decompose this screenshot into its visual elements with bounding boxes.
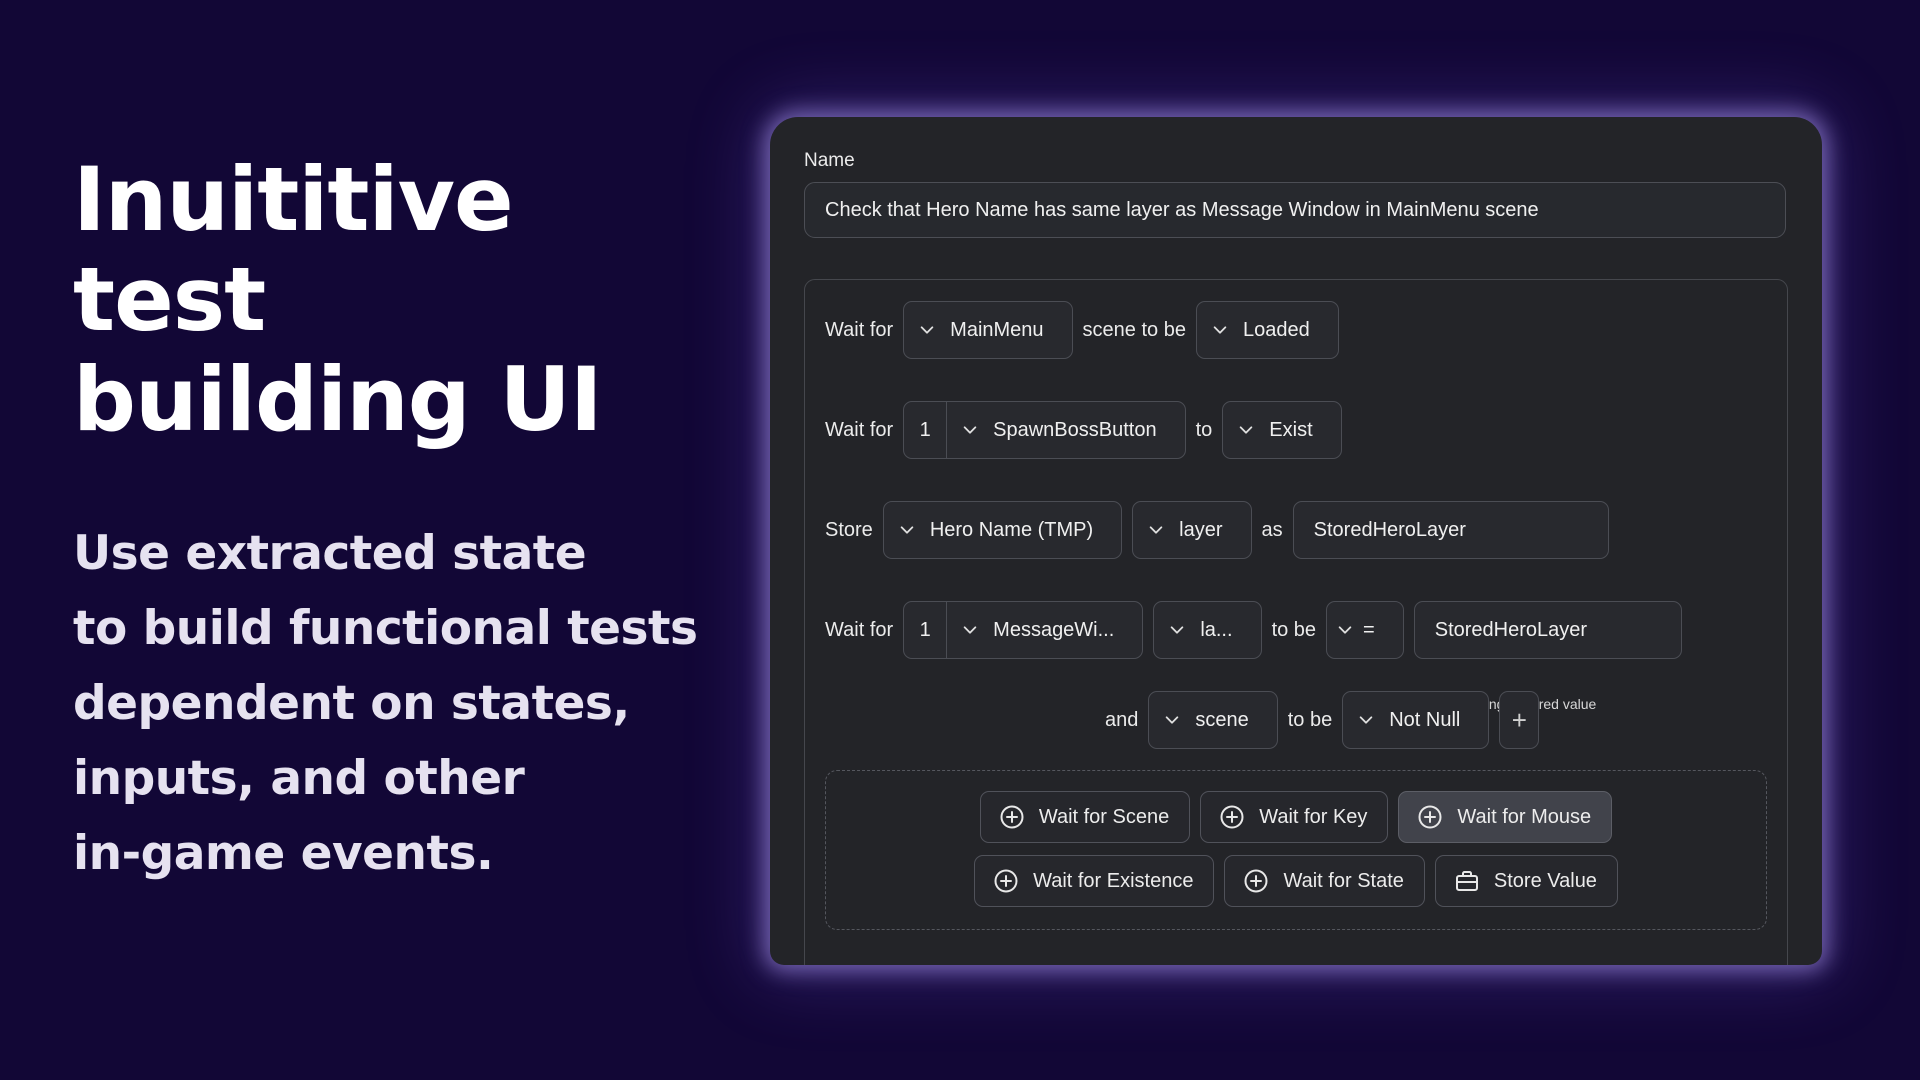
count-field[interactable]: 1 xyxy=(904,602,948,658)
wait-for-state-button[interactable]: Wait for State xyxy=(1224,855,1425,907)
step-connector: as xyxy=(1261,518,1283,541)
dropdown-value: la... xyxy=(1200,618,1233,641)
button-label: Wait for Existence xyxy=(1033,869,1194,892)
button-label: Wait for Mouse xyxy=(1457,805,1592,828)
dropdown-value: layer xyxy=(1179,518,1223,541)
wait-for-key-button[interactable]: Wait for Key xyxy=(1200,791,1389,843)
step-row-wait-exist: Wait for 1 SpawnBossButton to Exist xyxy=(825,400,1342,460)
property-dropdown[interactable]: scene xyxy=(1148,691,1278,749)
plus-icon: + xyxy=(1511,704,1527,735)
scene-dropdown[interactable]: MainMenu xyxy=(903,301,1073,359)
name-input[interactable]: Check that Hero Name has same layer as M… xyxy=(804,182,1786,238)
scene-state-dropdown[interactable]: Loaded xyxy=(1195,301,1339,359)
dropdown-value: scene xyxy=(1195,708,1249,731)
plus-circle-icon xyxy=(1219,804,1245,830)
add-step-area: Wait for Scene Wait for Key Wait for Mou… xyxy=(825,770,1767,930)
dropdown-value: Exist xyxy=(1269,418,1313,441)
chevron-down-icon xyxy=(904,321,950,339)
hero-description-line: dependent on states, xyxy=(73,676,630,731)
dropdown-value: SpawnBossButton xyxy=(993,418,1157,441)
wait-for-existence-button[interactable]: Wait for Existence xyxy=(974,855,1215,907)
chevron-down-icon xyxy=(947,621,993,639)
step-row-and-condition: and scene to be Not Null + xyxy=(1105,690,1540,750)
test-builder-panel: Name Check that Hero Name has same layer… xyxy=(770,117,1822,965)
value-dropdown[interactable]: Not Null xyxy=(1342,691,1490,749)
step-keyword: and xyxy=(1105,708,1139,731)
dropdown-value: MainMenu xyxy=(950,318,1044,341)
wait-for-mouse-button[interactable]: Wait for Mouse xyxy=(1398,791,1613,843)
hero-description: Use extracted state to build functional … xyxy=(73,516,713,891)
hero-description-line: inputs, and other xyxy=(73,751,525,806)
name-input-value: Check that Hero Name has same layer as M… xyxy=(825,198,1539,221)
briefcase-icon xyxy=(1454,868,1480,894)
step-row-store: Store Hero Name (TMP) layer as StoredHer… xyxy=(825,500,1609,560)
dropdown-value: Not Null xyxy=(1389,708,1461,731)
object-selector[interactable]: 1 SpawnBossButton xyxy=(903,401,1186,459)
condition-dropdown[interactable]: Exist xyxy=(1222,401,1342,459)
plus-circle-icon xyxy=(1417,804,1443,830)
input-value: StoredHeroLayer xyxy=(1313,518,1466,541)
chevron-down-icon xyxy=(1197,321,1243,339)
property-dropdown[interactable]: layer xyxy=(1132,501,1252,559)
count-field[interactable]: 1 xyxy=(904,402,948,458)
hero-title-line2: building UI xyxy=(73,348,603,451)
button-label: Wait for Scene xyxy=(1038,805,1170,828)
plus-circle-icon xyxy=(993,868,1019,894)
input-value: StoredHeroLayer xyxy=(1434,618,1588,641)
button-label: Wait for State xyxy=(1283,869,1404,892)
steps-container: Wait for MainMenu scene to be Loaded Wai… xyxy=(804,279,1788,965)
chevron-down-icon xyxy=(1149,711,1195,729)
dropdown-value: MessageWi... xyxy=(993,618,1115,641)
step-connector: to xyxy=(1195,418,1213,441)
chevron-down-icon xyxy=(1327,621,1363,639)
step-row-wait-compare: Wait for 1 MessageWi... la... to be = St… xyxy=(825,600,1682,660)
step-keyword: Store xyxy=(825,518,873,541)
button-label: Store Value xyxy=(1493,869,1597,892)
step-keyword: Wait for xyxy=(825,318,894,341)
store-value-button[interactable]: Store Value xyxy=(1434,855,1618,907)
plus-circle-icon xyxy=(999,804,1025,830)
hero-description-line: Use extracted state xyxy=(73,526,587,581)
chevron-down-icon xyxy=(947,421,993,439)
wait-for-scene-button[interactable]: Wait for Scene xyxy=(979,791,1191,843)
chevron-down-icon xyxy=(1223,421,1269,439)
dropdown-value: = xyxy=(1363,618,1375,641)
step-connector: to be xyxy=(1271,618,1317,641)
chevron-down-icon xyxy=(1154,621,1200,639)
object-dropdown[interactable]: Hero Name (TMP) xyxy=(882,501,1123,559)
chevron-down-icon xyxy=(1343,711,1389,729)
variable-name-input[interactable]: StoredHeroLayer xyxy=(1292,501,1609,559)
object-selector[interactable]: 1 MessageWi... xyxy=(903,601,1144,659)
plus-circle-icon xyxy=(1243,868,1269,894)
hero-title: Inuititive test building UI xyxy=(73,150,713,450)
dropdown-value: Hero Name (TMP) xyxy=(929,518,1094,541)
operator-dropdown[interactable]: = xyxy=(1326,601,1404,659)
add-step-row: Wait for Existence Wait for State Store … xyxy=(826,855,1766,907)
step-row-wait-scene: Wait for MainMenu scene to be Loaded xyxy=(825,300,1339,360)
hero-title-line1: Inuititive test xyxy=(73,148,514,351)
hero-description-line: in-game events. xyxy=(73,826,494,881)
step-keyword: Wait for xyxy=(825,618,894,641)
hero-description-line: to build functional tests xyxy=(73,601,698,656)
name-label: Name xyxy=(804,150,855,171)
add-step-row: Wait for Scene Wait for Key Wait for Mou… xyxy=(826,791,1766,843)
chevron-down-icon xyxy=(884,521,930,539)
button-label: Wait for Key xyxy=(1259,805,1368,828)
step-keyword: Wait for xyxy=(825,418,894,441)
add-condition-button[interactable]: + xyxy=(1499,691,1540,749)
dropdown-value: Loaded xyxy=(1242,318,1310,341)
property-dropdown[interactable]: la... xyxy=(1153,601,1262,659)
chevron-down-icon xyxy=(1133,521,1179,539)
hero-section: Inuititive test building UI Use extracte… xyxy=(73,150,713,891)
step-connector: to be xyxy=(1287,708,1333,731)
stored-value-input[interactable]: StoredHeroLayer xyxy=(1413,601,1682,659)
step-connector: scene to be xyxy=(1082,318,1186,341)
